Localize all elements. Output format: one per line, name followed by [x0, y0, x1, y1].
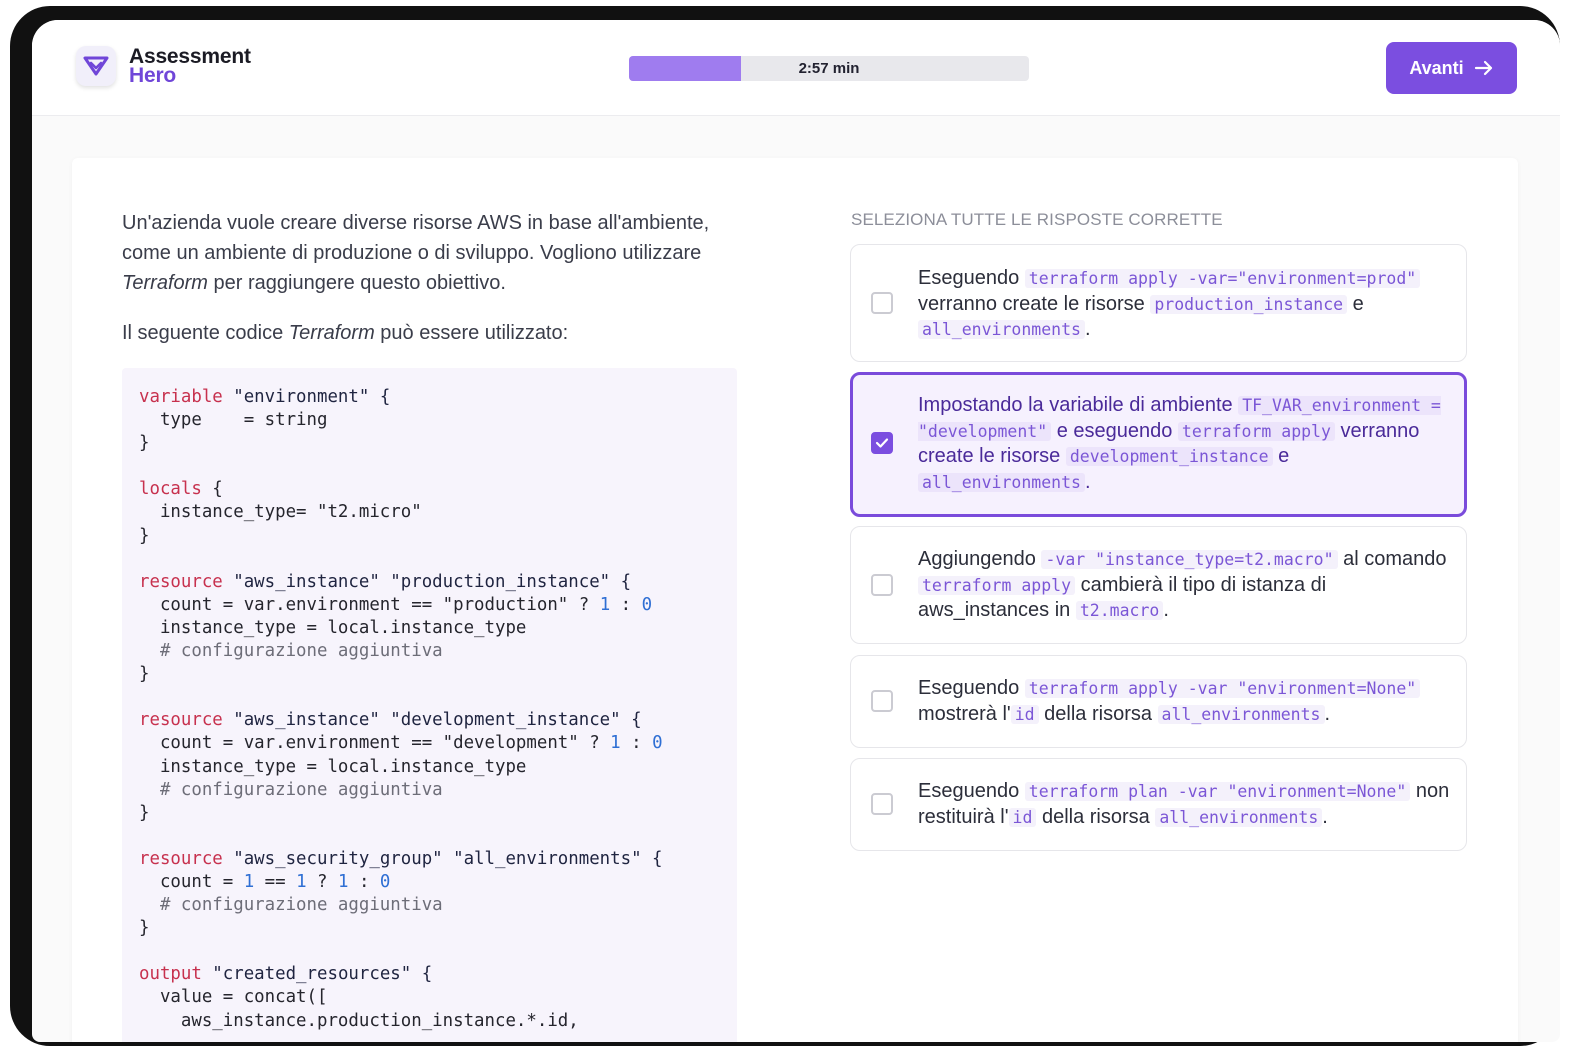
checkbox[interactable] [871, 574, 893, 596]
code-line: instance_type= "t2.micro" [139, 502, 422, 523]
code-line: } [139, 433, 150, 454]
code-line: count = var.environment == "development"… [139, 733, 663, 754]
logo-heart-icon [76, 46, 116, 86]
answer-option-5[interactable]: Eseguendo terraform plan -var "environme… [850, 758, 1467, 851]
checkbox[interactable] [871, 690, 893, 712]
question-text: Un'azienda vuole creare diverse risorse … [122, 208, 732, 348]
timer-progress-bar: 2:57 min [629, 56, 1029, 81]
device-frame: Assessment Hero 2:57 min Avanti Un'azien… [10, 6, 1560, 1046]
code-line: } [139, 802, 150, 823]
code-line: resource "aws_instance" "development_ins… [139, 710, 642, 731]
answer-option-4[interactable]: Eseguendo terraform apply -var "environm… [850, 655, 1467, 748]
answer-option-2[interactable]: Impostando la variabile di ambiente TF_V… [850, 372, 1467, 517]
answer-option-text: Impostando la variabile di ambiente TF_V… [918, 394, 1441, 493]
code-line: # configurazione aggiuntiva [139, 779, 443, 800]
checkbox[interactable] [871, 793, 893, 815]
timer-label: 2:57 min [798, 60, 860, 77]
question-card: Un'azienda vuole creare diverse risorse … [72, 158, 1518, 1042]
code-line: output "created_resources" { [139, 964, 433, 985]
question-paragraph-2: Il seguente codice Terraform può essere … [122, 322, 569, 344]
checkbox-checked[interactable] [871, 432, 893, 454]
code-line: resource "aws_security_group" "all_envir… [139, 848, 663, 869]
answer-option-text: Aggiungendo -var "instance_type=t2.macro… [918, 548, 1447, 621]
app-logo[interactable]: Assessment Hero [76, 46, 251, 86]
checkmark-icon [875, 438, 889, 448]
code-line: } [139, 525, 150, 546]
arrow-right-icon [1474, 60, 1492, 76]
answer-option-text: Eseguendo terraform plan -var "environme… [918, 780, 1450, 828]
code-line: instance_type = local.instance_type [139, 756, 527, 777]
code-line: } [139, 918, 150, 939]
answer-option-1[interactable]: Eseguendo terraform apply -var="environm… [850, 244, 1467, 362]
answer-option-3[interactable]: Aggiungendo -var "instance_type=t2.macro… [850, 526, 1467, 644]
next-button-label: Avanti [1409, 57, 1464, 78]
code-line: count = 1 == 1 ? 1 : 0 [139, 871, 391, 892]
code-line: count = var.environment == "production" … [139, 594, 653, 615]
code-line: locals { [139, 479, 223, 500]
code-line: } [139, 664, 150, 685]
code-line: # configurazione aggiuntiva [139, 641, 443, 662]
code-line: value = concat([ [139, 987, 328, 1008]
next-button[interactable]: Avanti [1386, 42, 1517, 94]
code-line: aws_instance.production_instance.*.id, [139, 1010, 579, 1031]
top-bar: Assessment Hero 2:57 min Avanti [32, 20, 1560, 116]
code-line: type = string [139, 410, 328, 431]
answer-instruction: SELEZIONA TUTTE LE RISPOSTE CORRETTE [851, 210, 1223, 229]
answer-option-text: Eseguendo terraform apply -var "environm… [918, 676, 1453, 727]
code-line: variable "environment" { [139, 387, 391, 407]
code-line: resource "aws_instance" "production_inst… [139, 571, 632, 592]
question-paragraph-1: Un'azienda vuole creare diverse risorse … [122, 212, 710, 294]
checkbox[interactable] [871, 292, 893, 314]
code-line: # configurazione aggiuntiva [139, 895, 443, 916]
app-name-line2: Hero [129, 64, 177, 87]
app-screen: Assessment Hero 2:57 min Avanti Un'azien… [32, 20, 1560, 1042]
code-block: variable "environment" { type = string} l… [122, 368, 737, 1042]
answer-option-text: Eseguendo terraform apply -var="environm… [918, 266, 1453, 343]
code-line: instance_type = local.instance_type [139, 617, 527, 638]
